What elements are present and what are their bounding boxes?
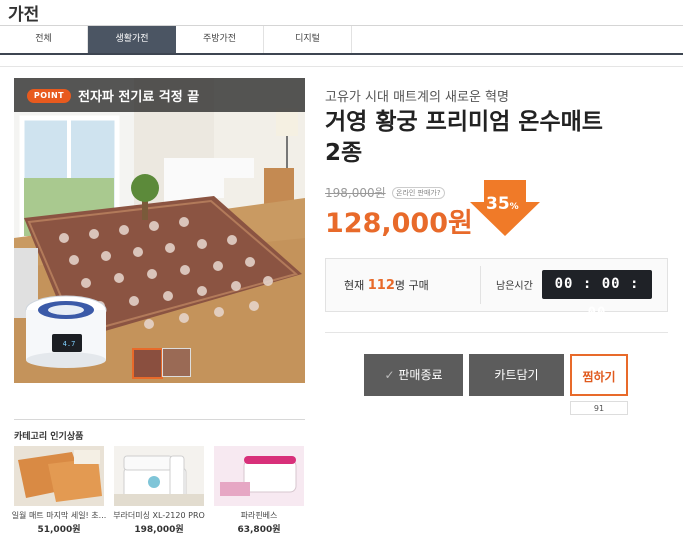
device-display: 4.7	[62, 340, 76, 348]
related-product-price-1: 51,000원	[37, 525, 81, 535]
related-product-image-2[interactable]	[114, 446, 204, 506]
product-subtitle: 고유가 시대 매트계의 새로운 혁명	[325, 90, 509, 105]
tab-living-appliances[interactable]: 생활가전	[88, 26, 176, 53]
divider	[0, 66, 683, 67]
buyers-prefix: 현재	[344, 279, 368, 292]
related-product-name-2[interactable]: 부라더미싱 XL-2120 PRO	[111, 510, 207, 521]
related-product-image-1[interactable]	[14, 446, 104, 506]
thumbnail-1[interactable]	[132, 348, 163, 379]
related-product-price-2: 198,000원	[134, 525, 184, 535]
related-product-name-3[interactable]: 파라핀베스	[211, 510, 307, 521]
checkmark-icon: ✓	[384, 368, 395, 382]
room-illustration	[14, 78, 305, 383]
divider	[325, 332, 668, 333]
wishlist-button[interactable]: 찜하기	[570, 354, 628, 396]
point-text: 전자파 전기료 걱정 끝	[78, 90, 200, 105]
online-price-badge[interactable]: 온라인 판매가?	[392, 187, 445, 199]
page-title: 가전	[8, 5, 40, 25]
point-badge: POINT	[27, 89, 71, 103]
countdown-timer: 00 : 00 : 00	[542, 270, 652, 321]
discount-unit: %	[509, 202, 519, 212]
related-product-image-3[interactable]	[214, 446, 304, 506]
related-product-name-1[interactable]: 일월 매트 마지막 세일! 초...	[11, 510, 107, 521]
product-main-image: POINT 전자파 전기료 걱정 끝 4.7	[14, 78, 305, 383]
sale-price: 128,000원	[325, 208, 473, 239]
soldout-button[interactable]: ✓ 판매종료	[364, 354, 463, 396]
discount-badge: 35%	[486, 194, 519, 214]
related-product-price-3: 63,800원	[237, 525, 281, 535]
buyers-suffix: 명 구매	[394, 279, 429, 292]
timer-divider	[480, 266, 481, 304]
thumbnail-2[interactable]	[162, 348, 191, 377]
soldout-label: 판매종료	[398, 368, 443, 382]
tab-kitchen-appliances[interactable]: 주방가전	[176, 26, 264, 53]
tab-all[interactable]: 전체	[0, 26, 88, 53]
add-to-cart-button[interactable]: 카트담기	[469, 354, 564, 396]
buyer-count: 현재 112명 구매	[344, 277, 429, 293]
buyers-number: 112	[367, 278, 395, 293]
tab-digital[interactable]: 디지털	[264, 26, 352, 53]
divider	[14, 419, 305, 420]
category-popular-title: 카테고리 인기상품	[14, 432, 84, 442]
original-price: 198,000원	[325, 186, 386, 200]
product-title: 거영 황궁 프리미엄 온수매트 2종	[325, 109, 603, 166]
point-banner: POINT 전자파 전기료 걱정 끝	[14, 78, 305, 112]
discount-value: 35	[486, 194, 510, 214]
category-tabs: 전체 생활가전 주방가전 디지털	[0, 25, 683, 55]
wishlist-count: 91	[570, 401, 628, 415]
remaining-time-label: 남은시간	[496, 281, 533, 292]
